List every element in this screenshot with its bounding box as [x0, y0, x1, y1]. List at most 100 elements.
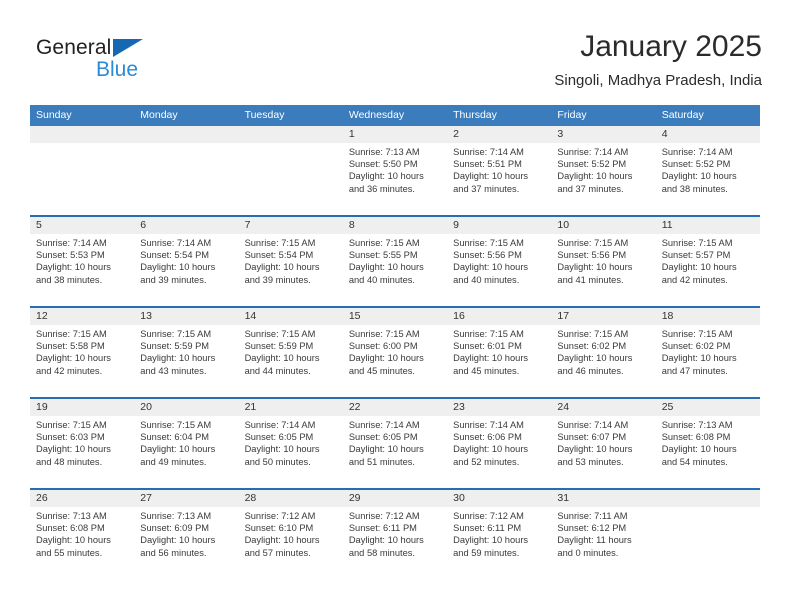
day-detail-line: and 42 minutes.	[661, 274, 728, 285]
day-detail-line: and 57 minutes.	[244, 547, 311, 558]
day-cell[interactable]: Sunrise: 7:12 AM Sunset: 6:11 PM Daylight:…	[447, 507, 551, 579]
day-detail-line: Sunset: 6:02 PM	[661, 341, 731, 352]
day-number[interactable]: 8	[343, 217, 447, 234]
day-detail-line: Daylight: 10 hours	[661, 444, 737, 455]
day-detail-line: Daylight: 10 hours	[557, 353, 633, 364]
day-cell[interactable]: Sunrise: 7:14 AM Sunset: 6:05 PM Daylight:…	[239, 416, 343, 488]
day-detail-line: and 38 minutes.	[661, 183, 728, 194]
general-blue-logo[interactable]: General Blue	[36, 36, 216, 92]
day-cell[interactable]: Sunrise: 7:15 AM Sunset: 5:56 PM Daylight:…	[447, 234, 551, 306]
day-cell[interactable]: Sunrise: 7:15 AM Sunset: 5:59 PM Daylight:…	[239, 325, 343, 397]
day-detail-line: Sunrise: 7:13 AM	[348, 147, 420, 157]
day-number[interactable]: 13	[134, 308, 238, 325]
day-cell[interactable]: Sunrise: 7:14 AM Sunset: 5:52 PM Daylight:…	[551, 143, 655, 215]
day-number-empty	[239, 126, 343, 143]
day-detail-line: Sunset: 5:58 PM	[36, 341, 105, 352]
day-number[interactable]: 22	[343, 399, 447, 416]
day-detail-line: Sunrise: 7:15 AM	[557, 238, 629, 248]
day-detail-line: Daylight: 10 hours	[557, 444, 633, 455]
day-cell[interactable]: Sunrise: 7:15 AM Sunset: 6:02 PM Daylight:…	[656, 325, 760, 397]
day-number[interactable]: 1	[343, 126, 447, 143]
day-detail-line: and 41 minutes.	[557, 274, 624, 285]
day-detail-line: Sunrise: 7:15 AM	[140, 329, 212, 339]
day-detail-line: Sunset: 6:02 PM	[557, 341, 627, 352]
day-number[interactable]: 23	[447, 399, 551, 416]
day-cell[interactable]: Sunrise: 7:14 AM Sunset: 6:05 PM Daylight:…	[343, 416, 447, 488]
day-cell[interactable]: Sunrise: 7:15 AM Sunset: 5:57 PM Daylight:…	[656, 234, 760, 306]
day-number[interactable]: 5	[30, 217, 134, 234]
day-cell[interactable]: Sunrise: 7:14 AM Sunset: 6:06 PM Daylight:…	[447, 416, 551, 488]
day-number[interactable]: 4	[656, 126, 760, 143]
day-detail-line: Daylight: 10 hours	[348, 171, 424, 182]
day-detail-line: Sunrise: 7:15 AM	[244, 329, 316, 339]
day-number[interactable]: 2	[447, 126, 551, 143]
day-cell[interactable]: Sunrise: 7:15 AM Sunset: 6:02 PM Daylight:…	[551, 325, 655, 397]
day-cell[interactable]: Sunrise: 7:13 AM Sunset: 6:09 PM Daylight:…	[134, 507, 238, 579]
day-cell[interactable]: Sunrise: 7:14 AM Sunset: 5:51 PM Daylight:…	[447, 143, 551, 215]
day-detail-line: Daylight: 10 hours	[661, 353, 737, 364]
day-cell[interactable]: Sunrise: 7:11 AM Sunset: 6:12 PM Daylight:…	[551, 507, 655, 579]
day-cell[interactable]: Sunrise: 7:15 AM Sunset: 5:56 PM Daylight:…	[551, 234, 655, 306]
day-number[interactable]: 12	[30, 308, 134, 325]
day-cell[interactable]: Sunrise: 7:15 AM Sunset: 5:55 PM Daylight:…	[343, 234, 447, 306]
day-detail-line: and 53 minutes.	[557, 456, 624, 467]
day-number[interactable]: 3	[551, 126, 655, 143]
day-detail-line: Sunrise: 7:15 AM	[453, 238, 524, 248]
day-cell[interactable]: Sunrise: 7:15 AM Sunset: 6:03 PM Daylight:…	[30, 416, 134, 488]
day-detail-line: Sunset: 5:52 PM	[557, 159, 627, 170]
day-detail-line: Sunrise: 7:13 AM	[36, 511, 107, 521]
day-number[interactable]: 30	[447, 490, 551, 507]
week-date-strip: 12 13 14 15 16 17 18	[30, 308, 760, 325]
day-number[interactable]: 9	[447, 217, 551, 234]
day-detail-line: Sunrise: 7:15 AM	[36, 329, 107, 339]
day-number[interactable]: 18	[656, 308, 760, 325]
day-detail-line: Daylight: 10 hours	[244, 262, 320, 273]
day-number[interactable]: 10	[551, 217, 655, 234]
day-detail-line: Daylight: 10 hours	[140, 353, 216, 364]
day-detail-line: Sunset: 5:53 PM	[36, 250, 105, 261]
day-cell[interactable]: Sunrise: 7:13 AM Sunset: 6:08 PM Daylight:…	[30, 507, 134, 579]
day-cell[interactable]: Sunrise: 7:14 AM Sunset: 5:53 PM Daylight:…	[30, 234, 134, 306]
day-detail-line: and 45 minutes.	[348, 365, 415, 376]
day-cell[interactable]: Sunrise: 7:14 AM Sunset: 5:52 PM Daylight:…	[656, 143, 760, 215]
day-number[interactable]: 29	[343, 490, 447, 507]
day-cell[interactable]: Sunrise: 7:12 AM Sunset: 6:11 PM Daylight:…	[343, 507, 447, 579]
day-number[interactable]: 21	[239, 399, 343, 416]
day-number[interactable]: 14	[239, 308, 343, 325]
day-number[interactable]: 7	[239, 217, 343, 234]
day-cell[interactable]: Sunrise: 7:15 AM Sunset: 6:00 PM Daylight:…	[343, 325, 447, 397]
day-detail-line: Sunset: 5:54 PM	[244, 250, 314, 261]
day-cell[interactable]: Sunrise: 7:14 AM Sunset: 5:54 PM Daylight:…	[134, 234, 238, 306]
day-number[interactable]: 6	[134, 217, 238, 234]
day-cell[interactable]: Sunrise: 7:13 AM Sunset: 5:50 PM Daylight:…	[343, 143, 447, 215]
day-number[interactable]: 26	[30, 490, 134, 507]
day-number[interactable]: 27	[134, 490, 238, 507]
day-detail-line: Sunrise: 7:14 AM	[557, 420, 629, 430]
day-cell[interactable]: Sunrise: 7:15 AM Sunset: 5:59 PM Daylight:…	[134, 325, 238, 397]
day-number[interactable]: 31	[551, 490, 655, 507]
calendar-week-row: 26 27 28 29 30 31 Sunrise: 7:13 AM Sunset: 6:08…	[30, 488, 760, 579]
day-number[interactable]: 11	[656, 217, 760, 234]
day-detail-line: Sunset: 5:54 PM	[140, 250, 210, 261]
day-number[interactable]: 17	[551, 308, 655, 325]
day-detail-line: Sunset: 6:00 PM	[348, 341, 418, 352]
day-cell[interactable]: Sunrise: 7:14 AM Sunset: 6:07 PM Daylight:…	[551, 416, 655, 488]
day-cell[interactable]: Sunrise: 7:15 AM Sunset: 5:58 PM Daylight:…	[30, 325, 134, 397]
day-number[interactable]: 16	[447, 308, 551, 325]
weekday-header-thursday: Thursday	[453, 109, 497, 121]
day-number[interactable]: 15	[343, 308, 447, 325]
day-detail-line: Sunset: 6:09 PM	[140, 523, 210, 534]
day-number[interactable]: 24	[551, 399, 655, 416]
day-cell[interactable]: Sunrise: 7:15 AM Sunset: 6:04 PM Daylight:…	[134, 416, 238, 488]
day-number[interactable]: 20	[134, 399, 238, 416]
day-cell[interactable]: Sunrise: 7:12 AM Sunset: 6:10 PM Daylight:…	[239, 507, 343, 579]
day-detail-line: Sunset: 6:04 PM	[140, 432, 210, 443]
day-number[interactable]: 25	[656, 399, 760, 416]
day-cell[interactable]: Sunrise: 7:13 AM Sunset: 6:08 PM Daylight:…	[656, 416, 760, 488]
day-cell[interactable]: Sunrise: 7:15 AM Sunset: 5:54 PM Daylight:…	[239, 234, 343, 306]
day-detail-line: and 37 minutes.	[557, 183, 624, 194]
day-number[interactable]: 19	[30, 399, 134, 416]
day-number[interactable]: 28	[239, 490, 343, 507]
day-detail-line: Sunset: 6:05 PM	[244, 432, 314, 443]
day-cell[interactable]: Sunrise: 7:15 AM Sunset: 6:01 PM Daylight:…	[447, 325, 551, 397]
